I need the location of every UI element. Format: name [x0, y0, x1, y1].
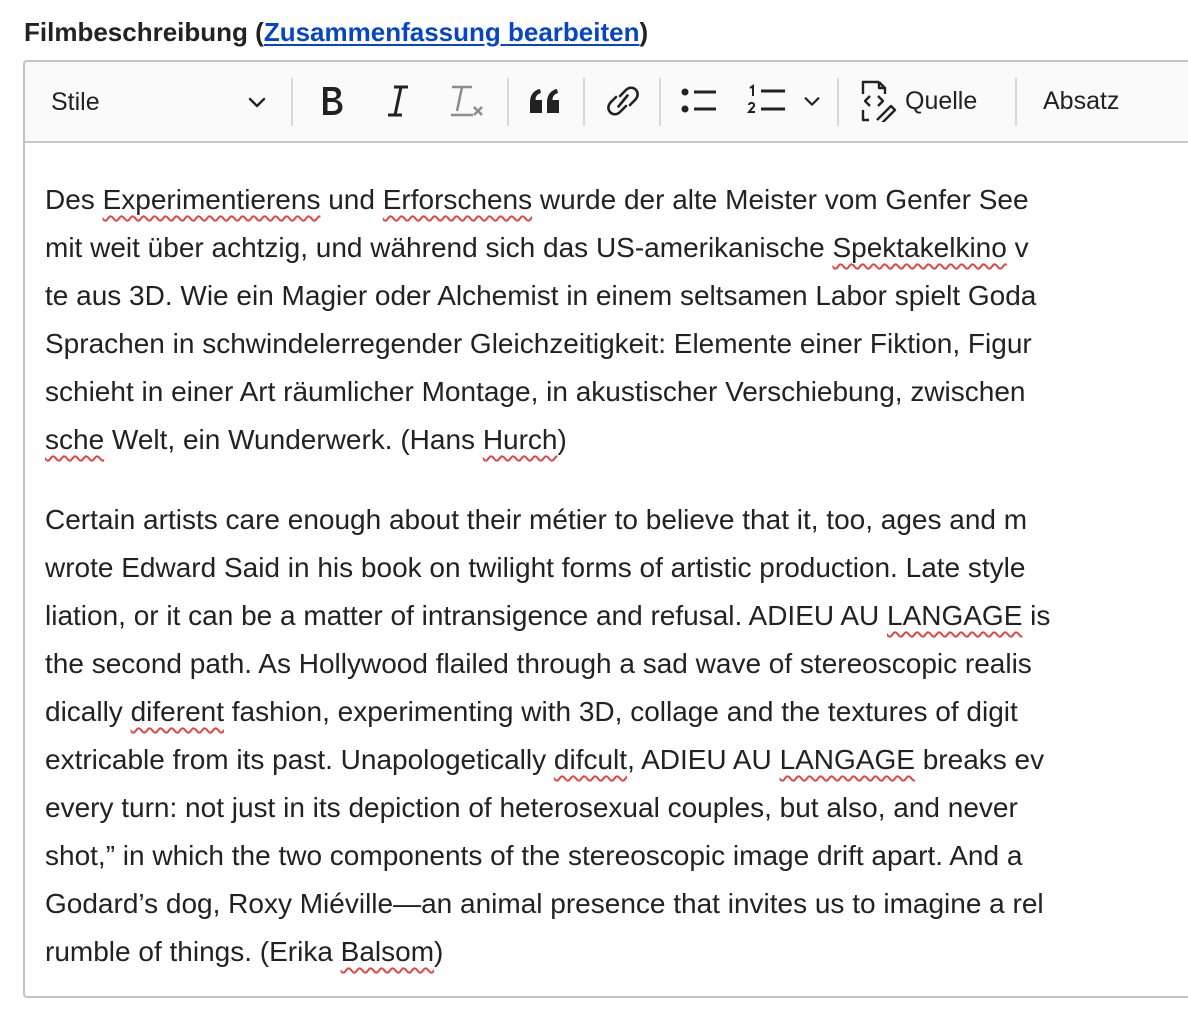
- text-segment: ): [557, 424, 567, 455]
- text-line: shot,” in which the two components of th…: [45, 832, 1188, 880]
- text-line: Certain artists care enough about their …: [45, 496, 1188, 544]
- text-segment: te aus 3D. Wie ein Magier oder Alchemist…: [45, 280, 1037, 311]
- text-segment: , ADIEU AU: [627, 744, 780, 775]
- text-segment: breaks ev: [914, 744, 1045, 775]
- misspelled-word: LANGAGE: [887, 600, 1023, 631]
- text-segment: Sprachen in schwindelerregender Gleichze…: [45, 328, 1032, 359]
- misspelled-word: Spektakelkino: [832, 232, 1007, 263]
- misspelled-word: difcult: [553, 744, 628, 775]
- text-segment: shot,” in which the two components of th…: [45, 840, 1023, 871]
- bulleted-list-icon: [681, 88, 716, 113]
- text-segment: wurde der alte Meister vom Genfer See: [532, 184, 1029, 215]
- text-line: extricable from its past. Unapologetical…: [45, 736, 1188, 784]
- styles-dropdown-label: Stile: [51, 88, 100, 116]
- edit-summary-link[interactable]: Zusammenfassung bearbeiten: [264, 17, 640, 47]
- text-segment: mit weit über achtzig, und während sich …: [45, 232, 833, 263]
- misspelled-word: Balsom: [340, 936, 435, 967]
- styles-dropdown[interactable]: Stile: [25, 62, 291, 141]
- paragraph-english: Certain artists care enough about their …: [45, 496, 1188, 976]
- paren-open: (: [255, 17, 264, 47]
- link-icon: [607, 86, 639, 116]
- misspelled-word: sche: [45, 424, 105, 455]
- paren-close: ): [639, 17, 649, 47]
- link-button[interactable]: [597, 76, 649, 126]
- text-segment: is: [1022, 600, 1051, 631]
- source-code-icon: [861, 80, 897, 122]
- bold-button[interactable]: [307, 76, 357, 126]
- bulleted-list-button[interactable]: [673, 76, 725, 126]
- text-line: liation, or it can be a matter of intran…: [45, 592, 1188, 640]
- text-segment: v: [1006, 232, 1029, 263]
- field-label: Filmbeschreibung (Zusammenfassung bearbe…: [24, 17, 648, 48]
- quote-icon: [530, 89, 559, 113]
- numbered-list-icon: [747, 84, 785, 113]
- paragraph-format-dropdown[interactable]: Absatz: [1029, 76, 1159, 126]
- remove-format-icon: [451, 85, 483, 117]
- text-line: every turn: not just in its depiction of…: [45, 784, 1188, 832]
- bold-icon: [323, 87, 343, 115]
- text-segment: und: [320, 184, 383, 215]
- numbered-list-button[interactable]: [741, 76, 793, 126]
- chevron-down-icon: [247, 92, 267, 117]
- text-line: schieht in einer Art räumlicher Montage,…: [45, 368, 1188, 416]
- italic-icon: [388, 85, 408, 117]
- editor-content-area[interactable]: Des Experimentierens und Erforschens wur…: [45, 176, 1188, 976]
- text-line: sche Welt, ein Wunderwerk. (Hans Hurch): [45, 416, 1188, 464]
- text-segment: schieht in einer Art räumlicher Montage,…: [45, 376, 1026, 407]
- rich-text-editor: Stile Quelle Absatz Des Experimentierens…: [23, 60, 1188, 998]
- toolbar-separator: [507, 78, 509, 126]
- text-line: dically diferent fashion, experimenting …: [45, 688, 1188, 736]
- text-line: Sprachen in schwindelerregender Gleichze…: [45, 320, 1188, 368]
- text-line: the second path. As Hollywood flailed th…: [45, 640, 1188, 688]
- blockquote-button[interactable]: [519, 76, 571, 126]
- text-segment: wrote Edward Said in his book on twiligh…: [45, 552, 1026, 583]
- text-segment: rumble of things. (Erika: [45, 936, 341, 967]
- numbered-list-dropdown[interactable]: [797, 84, 827, 118]
- text-segment: liation, or it can be a matter of intran…: [45, 600, 887, 631]
- misspelled-word: diferent: [130, 696, 224, 727]
- text-segment: the second path. As Hollywood flailed th…: [45, 648, 1032, 679]
- text-line: te aus 3D. Wie ein Magier oder Alchemist…: [45, 272, 1188, 320]
- text-line: Godard’s dog, Roxy Miéville—an animal pr…: [45, 880, 1188, 928]
- source-button-label: Quelle: [905, 86, 978, 115]
- text-segment: dically: [45, 696, 131, 727]
- italic-button[interactable]: [373, 76, 423, 126]
- text-segment: Godard’s dog, Roxy Miéville—an animal pr…: [45, 888, 1044, 919]
- paragraph-format-label: Absatz: [1043, 86, 1120, 115]
- misspelled-word: Erforschens: [382, 184, 533, 215]
- paragraph-german: Des Experimentierens und Erforschens wur…: [45, 176, 1188, 464]
- text-segment: fashion, experimenting with 3D, collage …: [224, 696, 1018, 727]
- text-segment: extricable from its past. Unapologetical…: [45, 744, 554, 775]
- text-line: mit weit über achtzig, und während sich …: [45, 224, 1188, 272]
- toolbar-separator: [659, 78, 661, 126]
- text-segment: Certain artists care enough about their …: [45, 504, 1028, 535]
- text-segment: Des: [45, 184, 103, 215]
- text-line: Des Experimentierens und Erforschens wur…: [45, 176, 1188, 224]
- misspelled-word: Experimentierens: [102, 184, 321, 215]
- text-line: wrote Edward Said in his book on twiligh…: [45, 544, 1188, 592]
- source-button[interactable]: Quelle: [855, 76, 1005, 126]
- toolbar-separator: [1015, 78, 1017, 126]
- remove-format-button[interactable]: [441, 76, 495, 126]
- text-line: rumble of things. (Erika Balsom): [45, 928, 1188, 976]
- text-segment: every turn: not just in its depiction of…: [45, 792, 1018, 823]
- toolbar-separator: [837, 78, 839, 126]
- misspelled-word: Hurch: [482, 424, 558, 455]
- text-segment: ): [434, 936, 444, 967]
- text-segment: Welt, ein Wunderwerk. (Hans: [104, 424, 483, 455]
- field-label-text: Filmbeschreibung: [24, 17, 248, 47]
- misspelled-word: LANGAGE: [779, 744, 915, 775]
- toolbar-separator: [291, 78, 293, 126]
- toolbar-separator: [583, 78, 585, 126]
- chevron-down-icon: [804, 97, 820, 106]
- editor-toolbar: Stile Quelle Absatz: [25, 62, 1188, 143]
